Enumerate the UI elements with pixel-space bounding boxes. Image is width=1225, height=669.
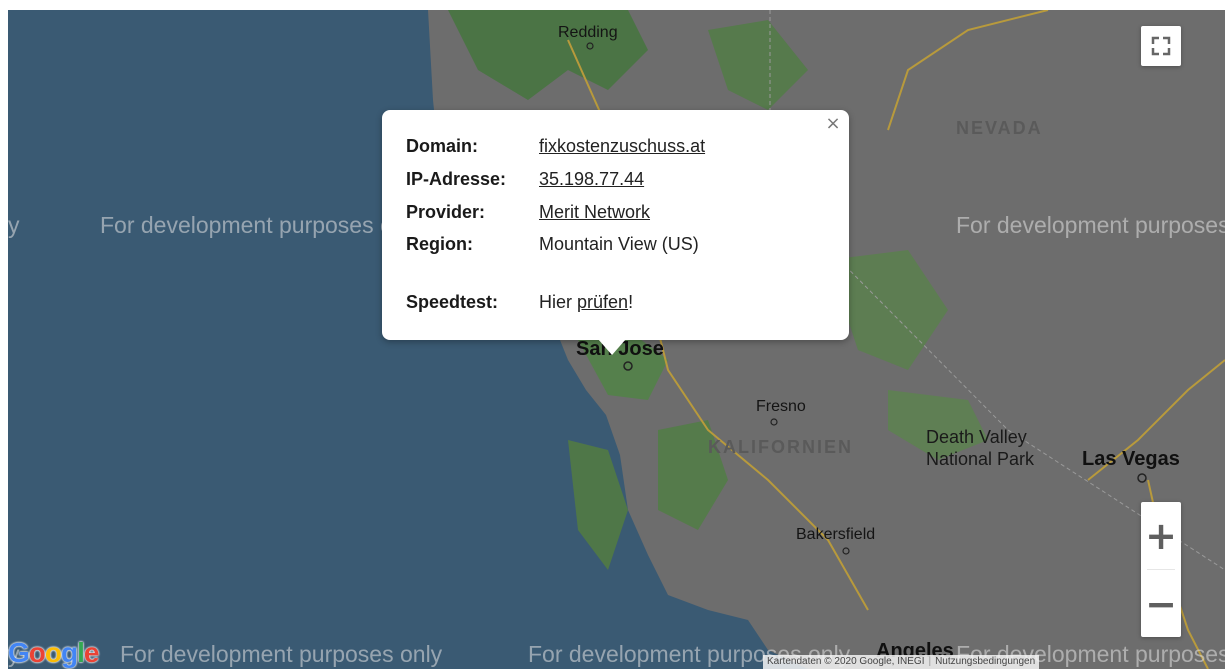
dev-watermark: For development purposes only: [100, 212, 423, 238]
domain-link[interactable]: fixkostenzuschuss.at: [539, 136, 705, 156]
park-label-line1: Death Valley: [926, 427, 1027, 447]
provider-link[interactable]: Merit Network: [539, 202, 650, 222]
city-label-bakersfield: Bakersfield: [796, 526, 876, 543]
speedtest-suffix: !: [628, 292, 634, 312]
google-logo[interactable]: Google: [8, 637, 99, 669]
ip-link[interactable]: 35.198.77.44: [539, 169, 644, 189]
fullscreen-icon: [1151, 36, 1171, 56]
zoom-in-button[interactable]: +: [1141, 502, 1181, 569]
close-icon[interactable]: ×: [823, 114, 843, 134]
attribution-text: Kartendaten © 2020 Google, INEGI: [767, 656, 925, 667]
speedtest-prefix: Hier: [539, 292, 578, 312]
info-key: Speedtest:: [406, 292, 499, 312]
terms-link[interactable]: Nutzungsbedingungen: [935, 656, 1035, 667]
region-value: Mountain View (US): [539, 234, 699, 254]
map-canvas[interactable]: y For development purposes only For deve…: [8, 10, 1225, 669]
dev-watermark: For development purposes only: [956, 212, 1225, 238]
zoom-out-button[interactable]: −: [1141, 570, 1181, 637]
info-key: Region:: [406, 234, 473, 254]
fullscreen-button[interactable]: [1141, 26, 1181, 66]
city-label-redding: Redding: [558, 24, 618, 41]
speedtest-value: Hier prüfen!: [539, 292, 633, 313]
state-label-nevada: NEVADA: [956, 118, 1043, 138]
info-value: Merit Network: [539, 202, 650, 223]
speedtest-link[interactable]: prüfen: [577, 292, 628, 312]
dev-watermark-fragment: y: [8, 212, 20, 238]
zoom-control: + −: [1141, 502, 1181, 637]
info-window-pointer: [598, 339, 626, 355]
info-key: Provider:: [406, 202, 486, 222]
map-attribution: Kartendaten © 2020 Google, INEGI | Nutzung…: [763, 655, 1040, 669]
info-value: fixkostenzuschuss.at: [539, 136, 705, 157]
info-value: 35.198.77.44: [539, 169, 644, 190]
state-label-kalifornien: KALIFORNIEN: [708, 437, 853, 457]
info-window: × Domain: fixkostenzuschuss.at IP-Adress…: [382, 110, 849, 340]
info-key: IP-Adresse:: [406, 169, 507, 189]
info-key: Domain:: [406, 136, 478, 156]
city-label-las-vegas: Las Vegas: [1082, 448, 1180, 470]
city-label-fresno: Fresno: [756, 398, 806, 415]
park-label-line2: National Park: [926, 449, 1035, 469]
dev-watermark: For development purposes only: [120, 641, 443, 667]
